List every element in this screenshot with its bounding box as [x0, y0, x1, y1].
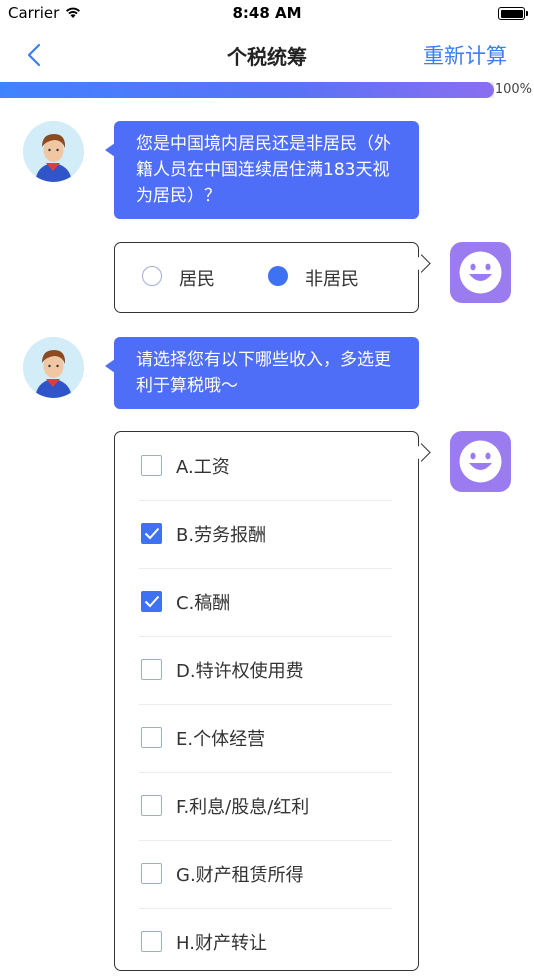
income-option-label[interactable]: B.劳务报酬 [176, 521, 266, 547]
checkbox[interactable] [141, 455, 162, 476]
advisor-avatar [23, 337, 84, 398]
radio-resident[interactable] [142, 266, 162, 286]
clock: 8:48 AM [232, 4, 302, 22]
income-option[interactable]: A.工资 [139, 432, 392, 501]
question-bubble: 请选择您有以下哪些收入，多选更利于算税哦～ [105, 337, 419, 409]
checkbox[interactable] [141, 659, 162, 680]
advisor-avatar [23, 121, 84, 182]
income-option[interactable]: D.特许权使用费 [139, 636, 392, 705]
smiley-face-icon [450, 242, 511, 303]
income-option[interactable]: B.劳务报酬 [139, 500, 392, 569]
income-option-label[interactable]: A.工资 [176, 453, 230, 479]
radio-non-resident[interactable] [268, 266, 288, 286]
income-option[interactable]: F.利息/股息/红利 [139, 772, 392, 841]
income-answer-card: A.工资 B.劳务报酬 C.稿酬 D.特许权使用费 E.个体经营 F.利息/股息/红利 G.… [114, 431, 431, 971]
checkbox[interactable] [141, 523, 162, 544]
radio-label-resident[interactable]: 居民 [179, 265, 215, 291]
income-option-label[interactable]: F.利息/股息/红利 [176, 793, 309, 819]
income-option-label[interactable]: E.个体经营 [176, 725, 265, 751]
battery-icon [498, 7, 528, 20]
income-option[interactable]: C.稿酬 [139, 568, 392, 637]
income-option[interactable]: G.财产租赁所得 [139, 840, 392, 909]
checkbox[interactable] [141, 795, 162, 816]
income-option-label[interactable]: C.稿酬 [176, 589, 230, 615]
checkbox[interactable] [141, 863, 162, 884]
income-option-label[interactable]: G.财产租赁所得 [176, 861, 304, 887]
checkbox[interactable] [141, 727, 162, 748]
progress-track [0, 82, 494, 98]
navigation-bar: 个税统筹 重新计算 [0, 28, 534, 82]
checkbox[interactable] [141, 931, 162, 952]
checkmark-icon [144, 527, 160, 540]
income-option[interactable]: E.个体经营 [139, 704, 392, 773]
checkbox[interactable] [141, 591, 162, 612]
income-option[interactable]: H.财产转让 [139, 908, 392, 976]
income-option-label[interactable]: H.财产转让 [176, 929, 267, 955]
checkmark-icon [144, 595, 160, 608]
smiley-face-icon [450, 431, 511, 492]
status-bar: Carrier 8:48 AM [0, 0, 534, 28]
recalculate-button[interactable]: 重新计算 [423, 40, 507, 70]
question-bubble: 您是中国境内居民还是非居民（外籍人员在中国连续居住满183天视为居民）？ [105, 121, 419, 219]
progress-fill [0, 82, 494, 98]
radio-label-non-resident[interactable]: 非居民 [305, 265, 359, 291]
progress-percent: 100% [494, 82, 532, 97]
income-option-label[interactable]: D.特许权使用费 [176, 657, 304, 683]
residency-answer-card: 居民 非居民 [114, 242, 431, 313]
